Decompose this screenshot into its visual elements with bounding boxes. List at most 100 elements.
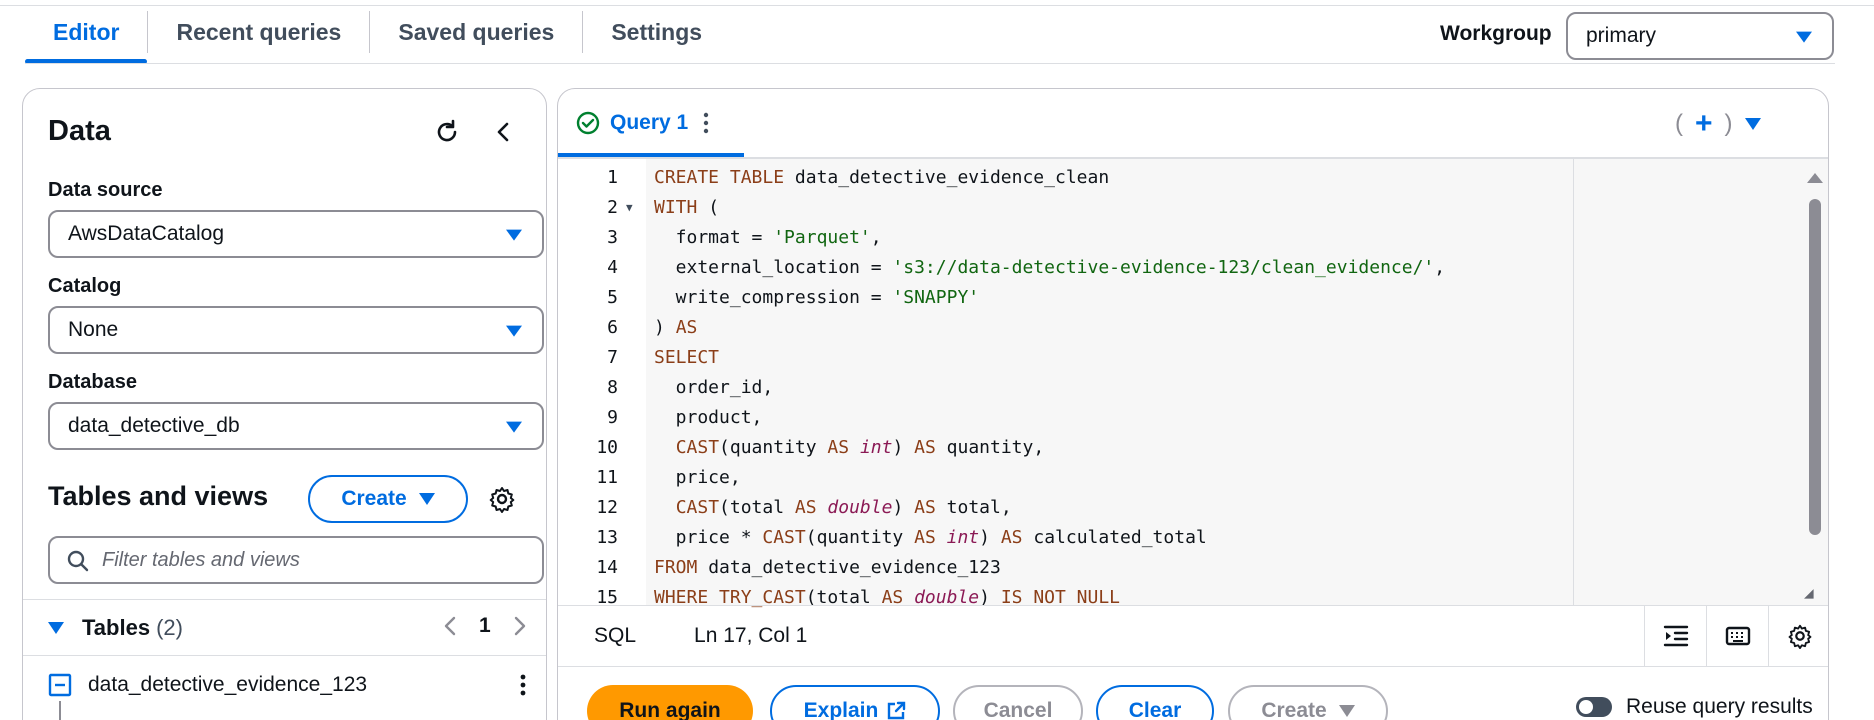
- caret-down-icon: [506, 229, 522, 241]
- code-text: format = 'Parquet',: [654, 223, 882, 253]
- resize-handle-icon[interactable]: ◢: [1804, 583, 1814, 602]
- section-divider: [23, 655, 546, 656]
- more-actions-icon[interactable]: [506, 668, 540, 702]
- toggle-switch[interactable]: [1576, 697, 1612, 717]
- tab-settings[interactable]: Settings: [583, 8, 730, 56]
- collapse-panel-icon[interactable]: [486, 115, 520, 149]
- code-line[interactable]: 1 CREATE TABLE data_detective_evidence_cl…: [558, 163, 1568, 193]
- add-tab-icon[interactable]: +: [1695, 107, 1713, 141]
- chevron-left-icon[interactable]: [443, 615, 457, 637]
- code-line[interactable]: 2 ▼ WITH (: [558, 193, 1568, 223]
- data-source-select[interactable]: AwsDataCatalog: [48, 210, 544, 258]
- filter-tables-field[interactable]: [48, 536, 544, 584]
- create-label: Create: [1261, 699, 1327, 720]
- code-token: CAST: [675, 497, 720, 518]
- gear-icon[interactable]: [1768, 606, 1828, 666]
- clear-label: Clear: [1128, 699, 1182, 720]
- run-again-button[interactable]: Run again: [587, 685, 753, 720]
- database-select[interactable]: data_detective_db: [48, 402, 544, 450]
- code-token: (quantity: [719, 437, 828, 458]
- table-name: data_detective_evidence_123: [88, 673, 368, 696]
- chevron-right-icon[interactable]: [513, 615, 527, 637]
- scroll-up-icon[interactable]: [1807, 173, 1823, 183]
- code-text: external_location = 's3://data-detective…: [654, 253, 1445, 283]
- collapse-square-icon[interactable]: [48, 673, 72, 697]
- line-number: 2: [607, 197, 618, 218]
- reuse-results-toggle[interactable]: Reuse query results: [1576, 695, 1813, 719]
- code-line[interactable]: 13 price * CAST(quantity AS int) AS calc…: [558, 523, 1568, 553]
- vertical-scrollbar[interactable]: [1809, 199, 1821, 535]
- editor-status-bar: SQL Ln 17, Col 1: [558, 605, 1828, 667]
- code-line[interactable]: 4 external_location = 's3://data-detecti…: [558, 253, 1568, 283]
- code-line[interactable]: 10 CAST(quantity AS int) AS quantity,: [558, 433, 1568, 463]
- code-text: order_id,: [654, 373, 774, 403]
- code-line[interactable]: 11 price,: [558, 463, 1568, 493]
- code-line[interactable]: 12 CAST(total AS double) AS total,: [558, 493, 1568, 523]
- code-token: quantity,: [935, 437, 1045, 458]
- code-line[interactable]: 3 format = 'Parquet',: [558, 223, 1568, 253]
- database-value: data_detective_db: [68, 414, 240, 437]
- tab-editor[interactable]: Editor: [25, 8, 148, 64]
- keyboard-icon[interactable]: [1706, 606, 1768, 666]
- add-query-tab: ( + ): [1675, 107, 1761, 141]
- code-line[interactable]: 8 order_id,: [558, 373, 1568, 403]
- cancel-button[interactable]: Cancel: [953, 685, 1083, 720]
- check-circle-icon: [576, 111, 600, 135]
- code-text: SELECT: [654, 343, 719, 373]
- code-token: FROM: [654, 557, 698, 578]
- tables-count: (2): [156, 615, 183, 640]
- paren-left: (: [1675, 110, 1683, 137]
- fold-toggle-icon[interactable]: ▼: [626, 193, 633, 223]
- table-row[interactable]: data_detective_evidence_123: [48, 673, 367, 697]
- code-line[interactable]: 9 product,: [558, 403, 1568, 433]
- filter-tables-input[interactable]: [102, 548, 522, 572]
- page-number[interactable]: 1: [479, 614, 491, 638]
- code-line[interactable]: 6) AS: [558, 313, 1568, 343]
- tables-header[interactable]: Tables (2): [48, 601, 183, 655]
- tab-recent-queries[interactable]: Recent queries: [148, 8, 369, 56]
- gear-icon[interactable]: [485, 482, 519, 516]
- code-text: WITH (: [654, 193, 719, 223]
- catalog-label: Catalog: [48, 275, 122, 297]
- line-number: 13: [596, 527, 618, 548]
- caret-down-icon: [1796, 31, 1812, 43]
- code-token: price,: [654, 467, 741, 488]
- code-token: ,: [1434, 257, 1446, 278]
- query-editor-panel: Query 1 ( + ) 1 CREATE TABLE data_detecti…: [557, 88, 1829, 720]
- explain-button[interactable]: Explain: [770, 685, 940, 720]
- caret-down-icon[interactable]: [1744, 118, 1761, 130]
- caret-down-icon: [506, 325, 522, 337]
- format-indent-icon[interactable]: [1644, 606, 1706, 666]
- catalog-select[interactable]: None: [48, 306, 544, 354]
- cursor-position: Ln 17, Col 1: [694, 624, 808, 647]
- code-text: ) AS: [654, 313, 697, 343]
- create-menu-button[interactable]: Create: [1228, 685, 1388, 720]
- code-token: SELECT: [654, 347, 720, 368]
- workgroup-value: primary: [1586, 24, 1657, 47]
- tab-saved-queries[interactable]: Saved queries: [370, 8, 582, 56]
- query-tab-label: Query 1: [610, 111, 689, 134]
- data-source-label: Data source: [48, 179, 163, 201]
- tree-line: [59, 701, 61, 720]
- code-line[interactable]: 5 write_compression = 'SNAPPY': [558, 283, 1568, 313]
- run-label: Run again: [619, 699, 721, 720]
- code-token: ): [654, 317, 676, 338]
- create-button[interactable]: Create: [308, 475, 468, 523]
- code-line[interactable]: 7 SELECT: [558, 343, 1568, 373]
- workgroup-select[interactable]: primary: [1566, 12, 1834, 60]
- section-divider: [23, 599, 546, 600]
- clear-button[interactable]: Clear: [1096, 685, 1214, 720]
- data-panel: Data Data source AwsDataCatalog Catalog …: [22, 88, 547, 720]
- code-line[interactable]: 14 FROM data_detective_evidence_123: [558, 553, 1568, 583]
- code-token: (quantity: [805, 527, 915, 548]
- tab-query-1[interactable]: Query 1: [558, 89, 744, 157]
- refresh-icon[interactable]: [430, 115, 464, 149]
- code-editor[interactable]: 1 CREATE TABLE data_detective_evidence_cl…: [558, 159, 1828, 608]
- code-token: (total: [719, 497, 795, 518]
- code-text: write_compression = 'SNAPPY': [654, 283, 979, 313]
- more-actions-icon[interactable]: [702, 111, 710, 135]
- code-token: write_compression =: [654, 287, 893, 308]
- catalog-value: None: [68, 318, 119, 341]
- code-token: AS: [675, 317, 698, 338]
